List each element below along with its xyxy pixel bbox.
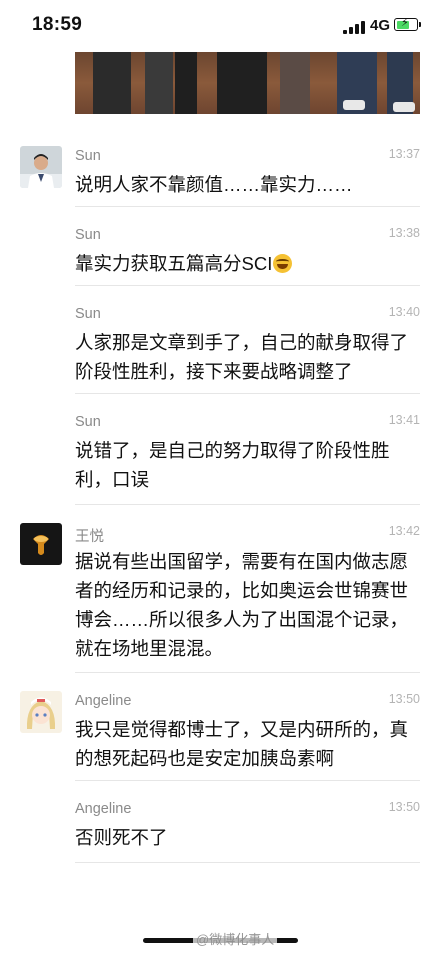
comment-text: 说错了，是自己的努力取得了阶段性胜 利，口误 [75,440,390,490]
comment-author[interactable]: 王悦 [75,525,104,546]
comment-list: Sun 13:37 说明人家不靠颜值……靠实力…… Sun 13:38 靠实力获… [0,128,440,863]
comment-item[interactable]: Sun 13:37 说明人家不靠颜值……靠实力…… [0,128,440,207]
comment-time: 13:37 [388,147,420,161]
watermark-text: @微博化事人 [193,929,278,948]
comment-text: 靠实力获取五篇高分SCI [75,249,425,278]
status-time: 18:59 [32,14,83,35]
comment-text: 我只是觉得都博士了，又是内研所的，真 的想死起码也是安定加胰岛素啊 [75,719,409,769]
comment-item[interactable]: Sun 13:40 人家那是文章到手了，自己的献身取得了 阶段性胜利，接下来要战… [0,286,440,394]
comment-item[interactable]: Angeline 13:50 我只是觉得都博士了，又是内研所的，真 的想死起码也… [0,673,440,781]
comment-text: 据说有些出国留学，需要有在国内做志愿 者的经历和记录的，比如奥运会世锦赛世 博会… [75,551,409,659]
comment-text: 人家那是文章到手了，自己的献身取得了 阶段性胜利，接下来要战略调整了 [75,332,409,382]
network-type: 4G [370,17,391,34]
battery-charging-icon: ⚡ [394,17,421,31]
comment-author[interactable]: Sun [75,227,101,243]
comment-time: 13:40 [388,305,420,319]
cellular-signal-icon [343,20,365,34]
post-image[interactable] [75,52,420,114]
comment-item[interactable]: Angeline 13:50 否则死不了 [0,781,440,863]
comment-item[interactable]: 王悦 13:42 据说有些出国留学，需要有在国内做志愿 者的经历和记录的，比如奥… [0,505,440,673]
comment-author[interactable]: Sun [75,306,101,322]
comment-text: 说明人家不靠颜值……靠实力…… [75,174,353,195]
comment-time: 13:41 [388,413,420,427]
dark-drop-avatar[interactable] [20,523,62,565]
comment-time: 13:38 [388,226,420,240]
comment-item[interactable]: Sun 13:41 说错了，是自己的努力取得了阶段性胜 利，口误 [0,394,440,505]
comment-author[interactable]: Sun [75,148,101,164]
comment-author[interactable]: Sun [75,414,101,430]
comment-author[interactable]: Angeline [75,801,131,817]
tears-of-joy-emoji-icon [273,254,293,273]
comment-time: 13:50 [388,800,420,814]
comment-time: 13:42 [388,524,420,538]
comment-time: 13:50 [388,692,420,706]
status-bar: 18:59 4G ⚡ [0,0,440,52]
comment-author[interactable]: Angeline [75,693,131,709]
anime-girl-avatar[interactable] [20,691,62,733]
comment-item[interactable]: Sun 13:38 靠实力获取五篇高分SCI [0,207,440,286]
comment-text: 否则死不了 [75,827,168,848]
divider [75,862,420,863]
doctor-avatar[interactable] [20,146,62,188]
comment-text-content: 靠实力获取五篇高分SCI [75,253,273,274]
